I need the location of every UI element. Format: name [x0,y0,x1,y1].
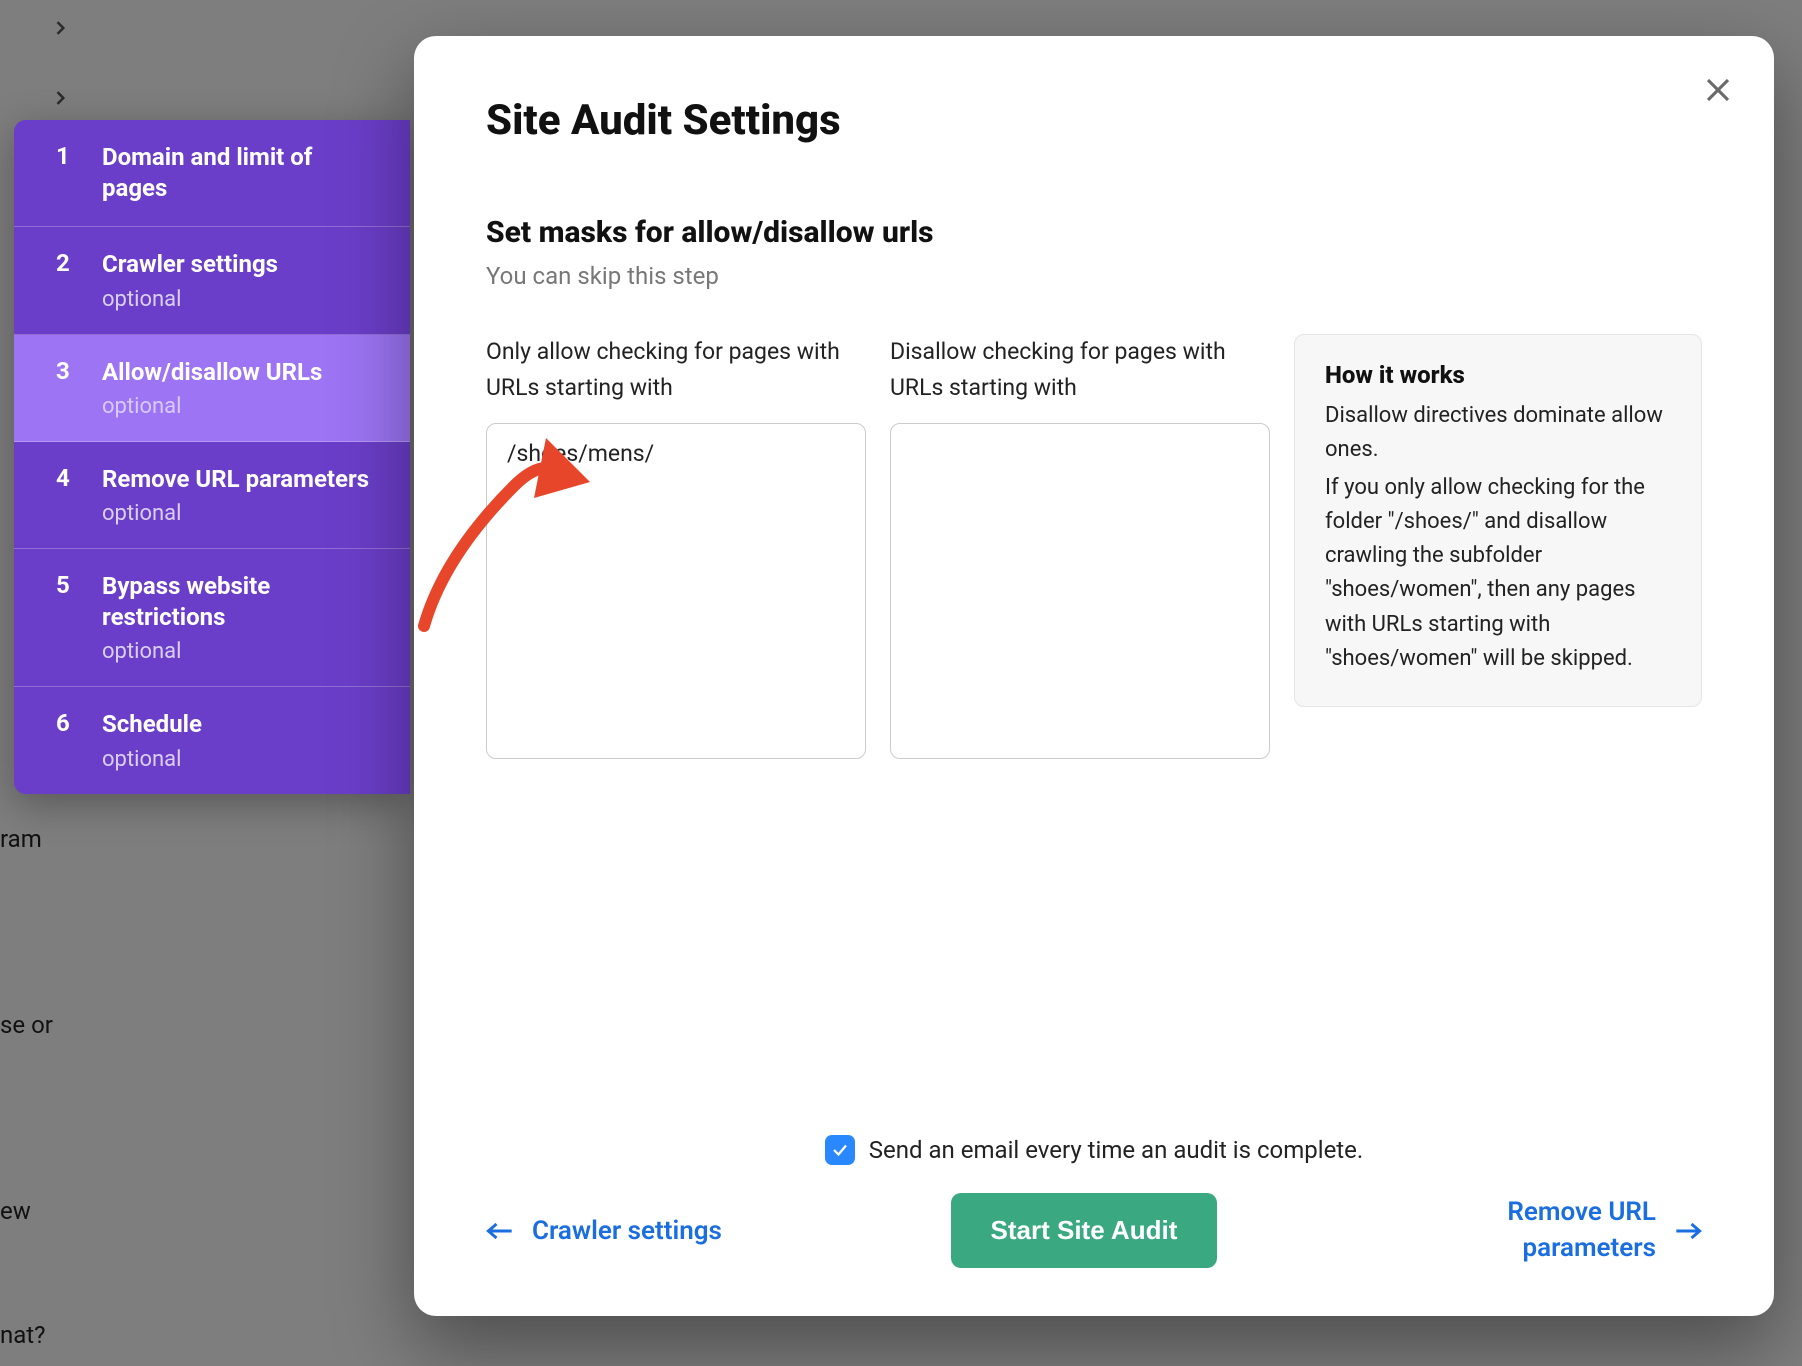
allow-label: Only allow checking for pages with URLs … [486,334,846,405]
optional-label: optional [102,747,202,772]
settings-wizard-sidebar: 1 Domain and limit of pages 2 Crawler se… [14,120,410,794]
background-text: ram se or ew nat? [0,808,53,1366]
modal-title: Site Audit Settings [486,96,1702,145]
allow-urls-input[interactable] [486,423,866,759]
chevron-right-icon [40,8,80,48]
step-title: Bypass website restrictions [102,571,380,633]
close-button[interactable] [1698,70,1738,110]
sidebar-step-domain[interactable]: 1 Domain and limit of pages [14,120,410,227]
how-it-works-panel: How it works Disallow directives dominat… [1294,334,1702,707]
optional-label: optional [102,501,369,526]
sidebar-step-bypass[interactable]: 5 Bypass website restrictions optional [14,549,410,687]
disallow-urls-input[interactable] [890,423,1270,759]
sidebar-step-schedule[interactable]: 6 Schedule optional [14,687,410,793]
section-subtitle: Set masks for allow/disallow urls [486,215,1702,250]
prev-step-button[interactable]: Crawler settings [486,1216,722,1246]
info-title: How it works [1325,361,1671,389]
step-title: Domain and limit of pages [102,142,380,204]
step-title: Remove URL parameters [102,464,369,495]
sidebar-step-remove-params[interactable]: 4 Remove URL parameters optional [14,442,410,549]
email-checkbox[interactable] [825,1135,855,1165]
step-title: Schedule [102,709,202,740]
arrow-right-icon [1674,1221,1702,1241]
sidebar-step-crawler[interactable]: 2 Crawler settings optional [14,227,410,334]
sidebar-step-allow-disallow[interactable]: 3 Allow/disallow URLs optional [14,335,410,442]
optional-label: optional [102,394,322,419]
disallow-label: Disallow checking for pages with URLs st… [890,334,1250,405]
arrow-left-icon [486,1221,514,1241]
step-title: Allow/disallow URLs [102,357,322,388]
email-checkbox-label: Send an email every time an audit is com… [869,1136,1363,1164]
next-step-button[interactable]: Remove URL parameters [1446,1195,1702,1265]
optional-label: optional [102,287,278,312]
start-site-audit-button[interactable]: Start Site Audit [951,1193,1218,1268]
info-text: If you only allow checking for the folde… [1325,471,1671,676]
info-text: Disallow directives dominate allow ones. [1325,399,1671,467]
site-audit-settings-modal: Site Audit Settings Set masks for allow/… [414,36,1774,1316]
chevron-right-icon [40,78,80,118]
optional-label: optional [102,639,380,664]
step-title: Crawler settings [102,249,278,280]
skip-hint: You can skip this step [486,262,1702,290]
